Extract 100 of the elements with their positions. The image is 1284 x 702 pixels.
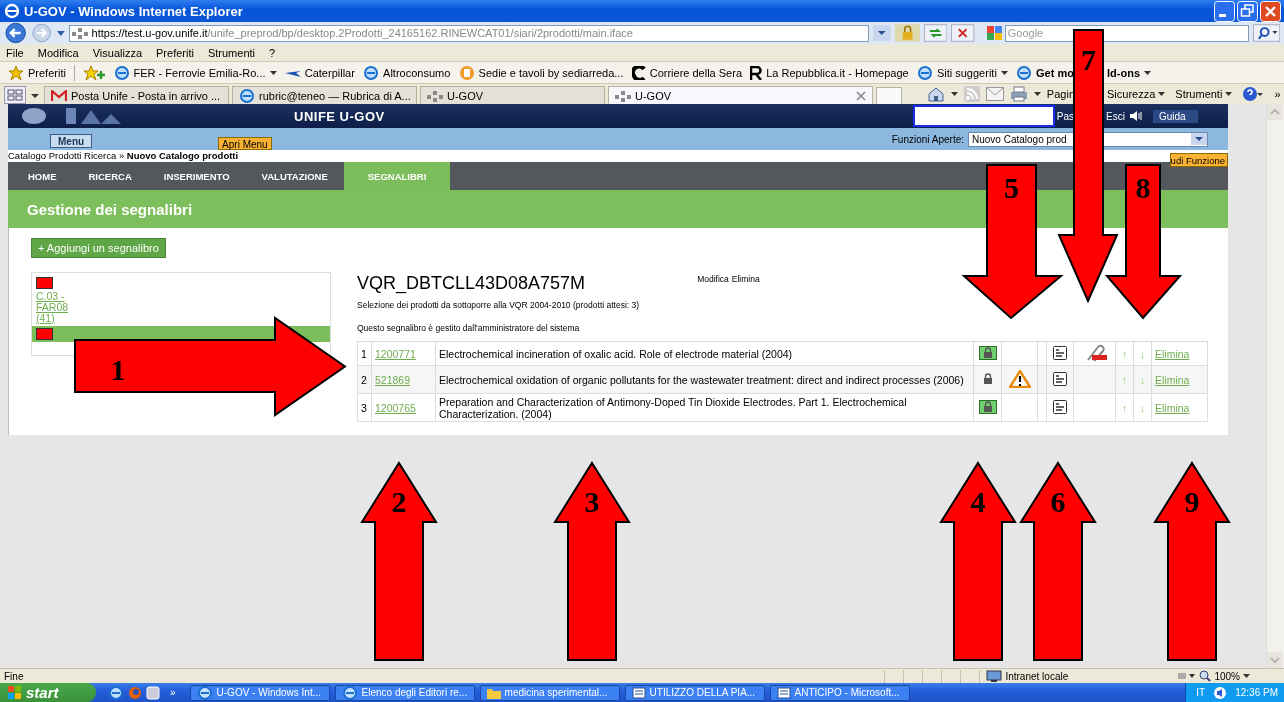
taskbar-item[interactable]: ANTICIPO - Microsoft... xyxy=(769,684,910,701)
bookmark-title: VQR_DBTCLL43D08A757M xyxy=(357,272,586,294)
printer-icon[interactable] xyxy=(1009,86,1028,102)
toolbar-overflow-button[interactable]: » xyxy=(1274,88,1281,100)
nav-tab[interactable]: RICERCA xyxy=(72,162,148,190)
start-button[interactable]: start xyxy=(0,683,96,702)
favorite-link[interactable]: Siti suggeriti xyxy=(916,64,1008,81)
browser-tab[interactable]: rubric@teneo — Rubrica di A... xyxy=(232,86,417,104)
c-letter-logo-icon xyxy=(631,65,646,80)
browser-tab[interactable]: U-GOV xyxy=(608,86,873,104)
search-field[interactable]: Google xyxy=(1004,24,1249,42)
command-menu[interactable]: Sicurezza xyxy=(1107,88,1166,100)
zoom-level[interactable]: 100% xyxy=(1214,670,1240,682)
menu-item[interactable]: Visualizza xyxy=(92,46,143,59)
nav-tab[interactable]: HOME xyxy=(12,162,73,190)
menu-item[interactable]: Modifica xyxy=(37,46,79,59)
dropdown-icon[interactable] xyxy=(873,25,891,41)
favorite-link[interactable]: Corriere della Sera xyxy=(631,65,742,80)
caret-icon xyxy=(1243,674,1250,678)
details-icon[interactable] xyxy=(1053,345,1067,360)
square-marker-icon xyxy=(36,328,53,340)
help-icon[interactable] xyxy=(1242,86,1265,102)
favorite-link[interactable]: Altroconsumo xyxy=(363,64,451,81)
clock: 12:36 PM xyxy=(1235,687,1278,698)
caret-icon[interactable] xyxy=(56,30,65,36)
details-icon[interactable] xyxy=(1053,371,1067,386)
browser-tab[interactable]: U-GOV xyxy=(420,86,605,104)
taskbar-item[interactable]: medicina sperimental... xyxy=(479,684,620,701)
stop-icon[interactable] xyxy=(951,24,975,42)
favorite-link[interactable]: Get mo xyxy=(1016,64,1074,81)
folder-icon xyxy=(486,686,501,699)
row-number: 2 xyxy=(357,365,372,394)
home-icon[interactable] xyxy=(926,86,945,102)
nav-tab[interactable]: VALUTAZIONE xyxy=(245,162,344,190)
quick-tabs-icon[interactable] xyxy=(4,86,26,104)
close-icon[interactable] xyxy=(1260,0,1281,22)
protected-mode-icon[interactable] xyxy=(1176,671,1197,681)
menu-item[interactable]: Preferiti xyxy=(156,46,194,59)
header-link[interactable]: Esci xyxy=(1106,110,1125,122)
menu-item[interactable]: Strumenti xyxy=(207,46,255,59)
quick-launch-more[interactable]: » xyxy=(170,687,176,698)
mail-m-icon xyxy=(51,89,67,102)
add-favorite-icon[interactable] xyxy=(83,64,106,81)
header-link[interactable]: Guida xyxy=(1152,109,1198,123)
callout-number: 1 xyxy=(110,353,126,386)
menu-item[interactable]: File xyxy=(6,46,24,59)
taskbar-item[interactable]: Elenco degli Editori re... xyxy=(334,684,475,701)
status-text: Fine xyxy=(4,670,25,682)
network-icon xyxy=(71,27,88,39)
network-icon xyxy=(615,89,631,102)
product-title: Preparation and Characterization of Antimony-Doped Tin Dioxide Electrodes. Part 1. Electrochemical Characterization. (2004) xyxy=(435,393,974,422)
restore-icon[interactable] xyxy=(1237,0,1258,22)
taskbar-item[interactable]: U-GOV - Windows Int... xyxy=(189,684,330,701)
favorite-link[interactable]: La Repubblica.it - Homepage xyxy=(750,65,909,80)
highlighted-lock-icon[interactable] xyxy=(978,345,997,360)
browser-logo-icon xyxy=(4,3,20,19)
browser-tab[interactable]: Posta Unife - Posta in arrivo ... xyxy=(44,86,229,104)
menu-item[interactable]: ? xyxy=(269,46,276,59)
open-menu-button[interactable]: Apri Menu xyxy=(218,136,272,150)
highlighted-lock-icon[interactable] xyxy=(978,399,997,414)
bookmark-description: Selezione dei prodotti da sottoporre alla VQR 2004-2010 (prodotti attesi: 3) xyxy=(357,300,641,310)
close-function-button[interactable]: udi Funzione xyxy=(1169,153,1228,167)
speaker-icon[interactable] xyxy=(1213,685,1228,700)
security-zone: Intranet locale xyxy=(1005,670,1069,682)
mail-envelope-icon[interactable] xyxy=(985,87,1004,101)
nav-tab[interactable]: INSERIMENTO xyxy=(147,162,246,190)
caret-icon xyxy=(269,70,277,75)
minimize-icon[interactable] xyxy=(1214,0,1235,22)
favorite-link[interactable]: Sedie e tavoli by sediarreda... xyxy=(458,64,624,81)
product-title: Electrochemical oxidation of organic pollutants for the wastewater treatment: direct and indirect processes (2006) xyxy=(435,365,974,394)
padlock-icon[interactable] xyxy=(894,24,921,42)
favorite-link[interactable]: ld-ons xyxy=(1107,66,1151,79)
menu-button[interactable]: Menu xyxy=(50,134,93,148)
header-link[interactable]: Pas xyxy=(1056,110,1074,122)
details-icon[interactable] xyxy=(1053,399,1067,414)
breadcrumb: Catalogo Prodotti Ricerca » Nuovo Catalogo prodotti xyxy=(8,150,239,162)
refresh-icon[interactable] xyxy=(924,24,948,42)
command-menu[interactable]: Strumenti xyxy=(1175,88,1233,100)
address-field[interactable]: https://test.u-gov.unife.it/unife_preprod/bp/desktop.2Prodotti_24165162.RINEWCAT01/siari/2prodotti/main.iface xyxy=(68,24,870,42)
callout-number: 4 xyxy=(970,485,986,518)
dropdown-icon[interactable] xyxy=(1191,133,1207,145)
globe-e-icon xyxy=(196,685,213,700)
favorite-link[interactable]: FER - Ferrovie Emilia-Ro... xyxy=(113,64,277,81)
taskbar-item[interactable]: UTILIZZO DELLA PIA... xyxy=(624,684,765,701)
search-icon[interactable] xyxy=(1252,24,1280,42)
intranet-icon xyxy=(986,670,1003,682)
tab-close-icon[interactable] xyxy=(856,90,866,101)
speaker-icon xyxy=(1128,111,1143,121)
globe-e-icon xyxy=(341,685,358,700)
action-link[interactable]: Elimina xyxy=(731,274,760,284)
network-icon xyxy=(427,89,443,102)
favorite-link[interactable]: Caterpillar xyxy=(284,66,355,79)
caret-icon xyxy=(1158,92,1166,96)
favorites-button[interactable]: Preferiti xyxy=(8,64,66,81)
caret-icon xyxy=(1033,92,1041,96)
action-link[interactable]: Modifica xyxy=(697,274,729,284)
zoom-icon[interactable] xyxy=(1199,670,1212,682)
document-icon xyxy=(631,686,646,699)
callout-number: 6 xyxy=(1050,485,1066,518)
caret-icon xyxy=(1144,70,1151,75)
